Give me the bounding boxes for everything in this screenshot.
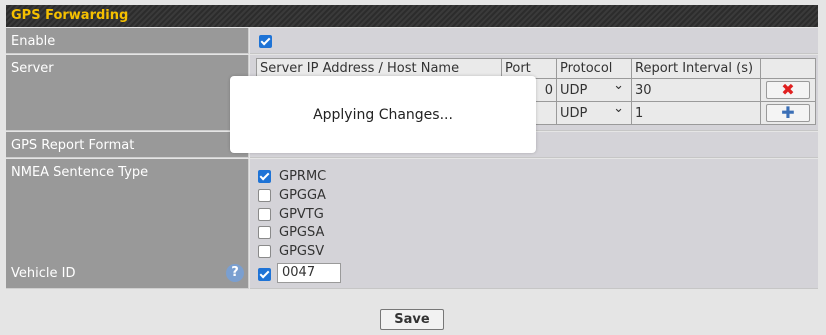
vehicle-id-input[interactable]: 0047 <box>277 263 341 283</box>
section-title: GPS Forwarding <box>6 5 818 27</box>
vehicle-label-cell: Vehicle ID ? <box>6 260 249 289</box>
applying-changes-message: Applying Changes... <box>313 106 453 123</box>
interval-input[interactable]: 30 <box>631 78 761 102</box>
gpgga-checkbox[interactable] <box>258 188 271 202</box>
interval-input[interactable]: 1 <box>631 101 761 125</box>
protocol-select[interactable]: UDP <box>560 78 624 98</box>
header-protocol: Protocol <box>556 58 632 79</box>
gpgsa-label: GPGSA <box>279 224 325 240</box>
report-format-label: GPS Report Format <box>6 132 249 158</box>
gpgsv-label: GPGSV <box>279 243 325 259</box>
nmea-option-gpvtg[interactable]: GPVTG <box>258 205 324 223</box>
gpgsv-checkbox[interactable] <box>258 244 271 258</box>
protocol-select-cell[interactable]: UDP <box>556 78 632 102</box>
nmea-option-gpgga[interactable]: GPGGA <box>258 186 326 204</box>
nmea-label: NMEA Sentence Type <box>6 159 249 263</box>
action-cell: ✚ <box>760 101 816 125</box>
add-icon: ✚ <box>781 103 795 122</box>
enable-checkbox[interactable] <box>259 35 272 48</box>
gprmc-checkbox[interactable] <box>258 169 271 183</box>
delete-icon: ✖ <box>781 80 795 99</box>
server-label: Server <box>6 55 249 131</box>
vehicle-id-checkbox[interactable] <box>258 268 271 281</box>
action-cell: ✖ <box>760 78 816 102</box>
add-button[interactable]: ✚ <box>766 104 810 122</box>
nmea-option-gpgsv[interactable]: GPGSV <box>258 242 324 260</box>
save-button[interactable]: Save <box>380 309 444 330</box>
delete-button[interactable]: ✖ <box>766 81 810 99</box>
gpvtg-checkbox[interactable] <box>258 207 271 221</box>
help-icon[interactable]: ? <box>226 264 244 282</box>
header-action <box>760 58 816 79</box>
vehicle-row: Vehicle ID ? 0047 <box>6 260 818 289</box>
protocol-select[interactable]: UDP <box>560 101 624 121</box>
vehicle-value-cell: 0047 <box>250 260 818 289</box>
enable-label: Enable <box>6 28 249 54</box>
protocol-select-cell[interactable]: UDP <box>556 101 632 125</box>
gprmc-label: GPRMC <box>279 168 327 184</box>
gpgga-label: GPGGA <box>279 187 326 203</box>
nmea-option-gpgsa[interactable]: GPGSA <box>258 223 324 241</box>
nmea-option-gprmc[interactable]: GPRMC <box>258 167 326 185</box>
header-interval: Report Interval (s) <box>631 58 761 79</box>
gpgsa-checkbox[interactable] <box>258 225 271 239</box>
nmea-value-cell: GPRMC GPGGA GPVTG GPGSA GPGSV <box>250 159 818 263</box>
gpvtg-label: GPVTG <box>279 206 324 222</box>
applying-changes-dialog: Applying Changes... <box>230 76 536 153</box>
nmea-row: NMEA Sentence Type GPRMC GPGGA GPVTG GPG… <box>6 159 818 263</box>
enable-value-cell <box>250 28 818 54</box>
vehicle-label: Vehicle ID <box>11 266 76 281</box>
enable-row: Enable <box>6 28 818 54</box>
